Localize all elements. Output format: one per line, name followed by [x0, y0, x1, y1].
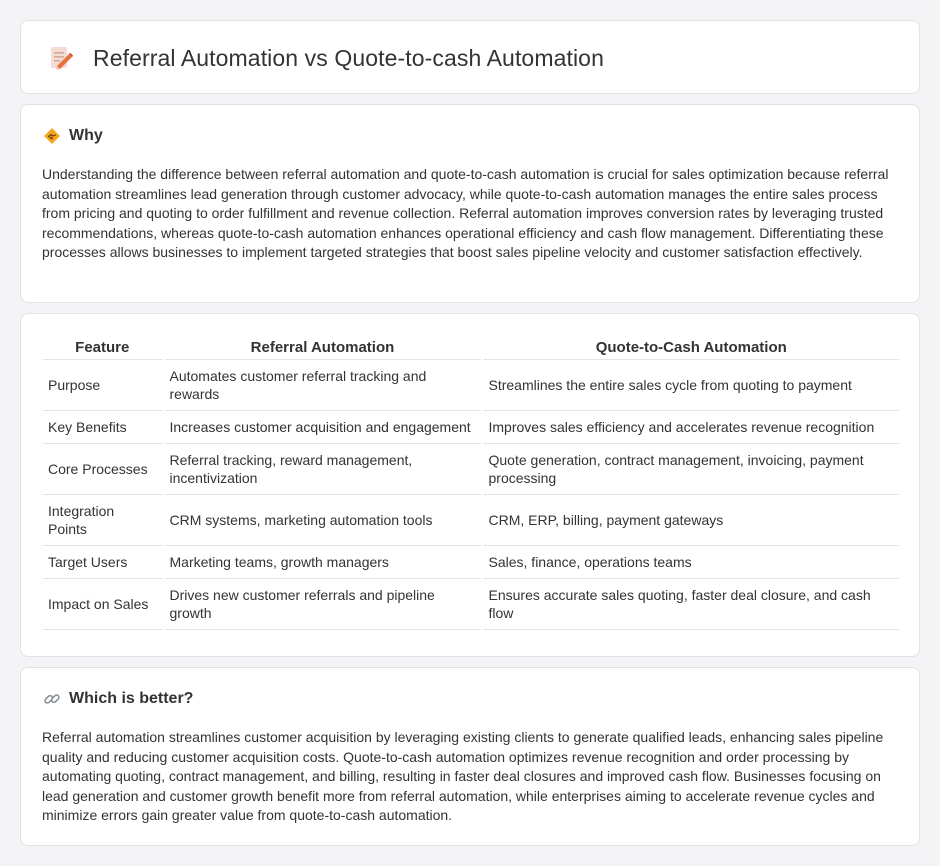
quote-to-cash-cell: Ensures accurate sales quoting, faster d… [482, 578, 899, 630]
feature-cell: Impact on Sales [43, 578, 165, 630]
feature-cell: Integration Points [43, 494, 165, 546]
column-header-feature: Feature [43, 337, 165, 360]
column-header-referral: Referral Automation [163, 337, 484, 360]
table-row: Target Users Marketing teams, growth man… [43, 545, 899, 579]
quote-to-cash-cell: CRM, ERP, billing, payment gateways [482, 494, 899, 546]
link-icon [44, 694, 60, 704]
referral-cell: Marketing teams, growth managers [163, 545, 484, 579]
quote-to-cash-cell: Streamlines the entire sales cycle from … [482, 359, 899, 411]
better-text: Referral automation streamlines customer… [42, 729, 884, 824]
why-text: Understanding the difference between ref… [42, 166, 889, 261]
comparison-section: Feature Referral Automation Quote-to-Cas… [20, 313, 920, 657]
table-header-row: Feature Referral Automation Quote-to-Cas… [43, 337, 899, 360]
column-header-quote-to-cash: Quote-to-Cash Automation [482, 337, 899, 360]
comparison-table: Feature Referral Automation Quote-to-Cas… [43, 337, 899, 630]
handshake-diamond-icon [44, 128, 60, 144]
table-row: Key Benefits Increases customer acquisit… [43, 410, 899, 444]
better-heading: Which is better? [43, 690, 193, 708]
quote-to-cash-cell: Sales, finance, operations teams [482, 545, 899, 579]
table-row: Integration Points CRM systems, marketin… [43, 494, 899, 546]
quote-to-cash-cell: Quote generation, contract management, i… [482, 443, 899, 495]
table-row: Purpose Automates customer referral trac… [43, 359, 899, 411]
title-row: Referral Automation vs Quote-to-cash Aut… [45, 43, 604, 73]
referral-cell: Drives new customer referrals and pipeli… [163, 578, 484, 630]
feature-cell: Key Benefits [43, 410, 165, 444]
feature-cell: Core Processes [43, 443, 165, 495]
feature-cell: Target Users [43, 545, 165, 579]
page-title: Referral Automation vs Quote-to-cash Aut… [93, 44, 604, 71]
table-row: Impact on Sales Drives new customer refe… [43, 578, 899, 630]
table-row: Core Processes Referral tracking, reward… [43, 443, 899, 495]
feature-cell: Purpose [43, 359, 165, 411]
better-title: Which is better? [69, 690, 194, 707]
quote-to-cash-cell: Improves sales efficiency and accelerate… [482, 410, 899, 444]
referral-cell: Referral tracking, reward management, in… [163, 443, 484, 495]
which-is-better-section: Which is better? Referral automation str… [20, 667, 920, 846]
referral-cell: CRM systems, marketing automation tools [163, 494, 484, 546]
header-card: Referral Automation vs Quote-to-cash Aut… [20, 20, 920, 94]
edit-document-icon [51, 47, 74, 70]
referral-cell: Increases customer acquisition and engag… [163, 410, 484, 444]
why-title: Why [69, 127, 103, 144]
referral-cell: Automates customer referral tracking and… [163, 359, 484, 411]
why-section: Why Understanding the difference between… [20, 104, 920, 303]
why-heading: Why [43, 127, 103, 145]
